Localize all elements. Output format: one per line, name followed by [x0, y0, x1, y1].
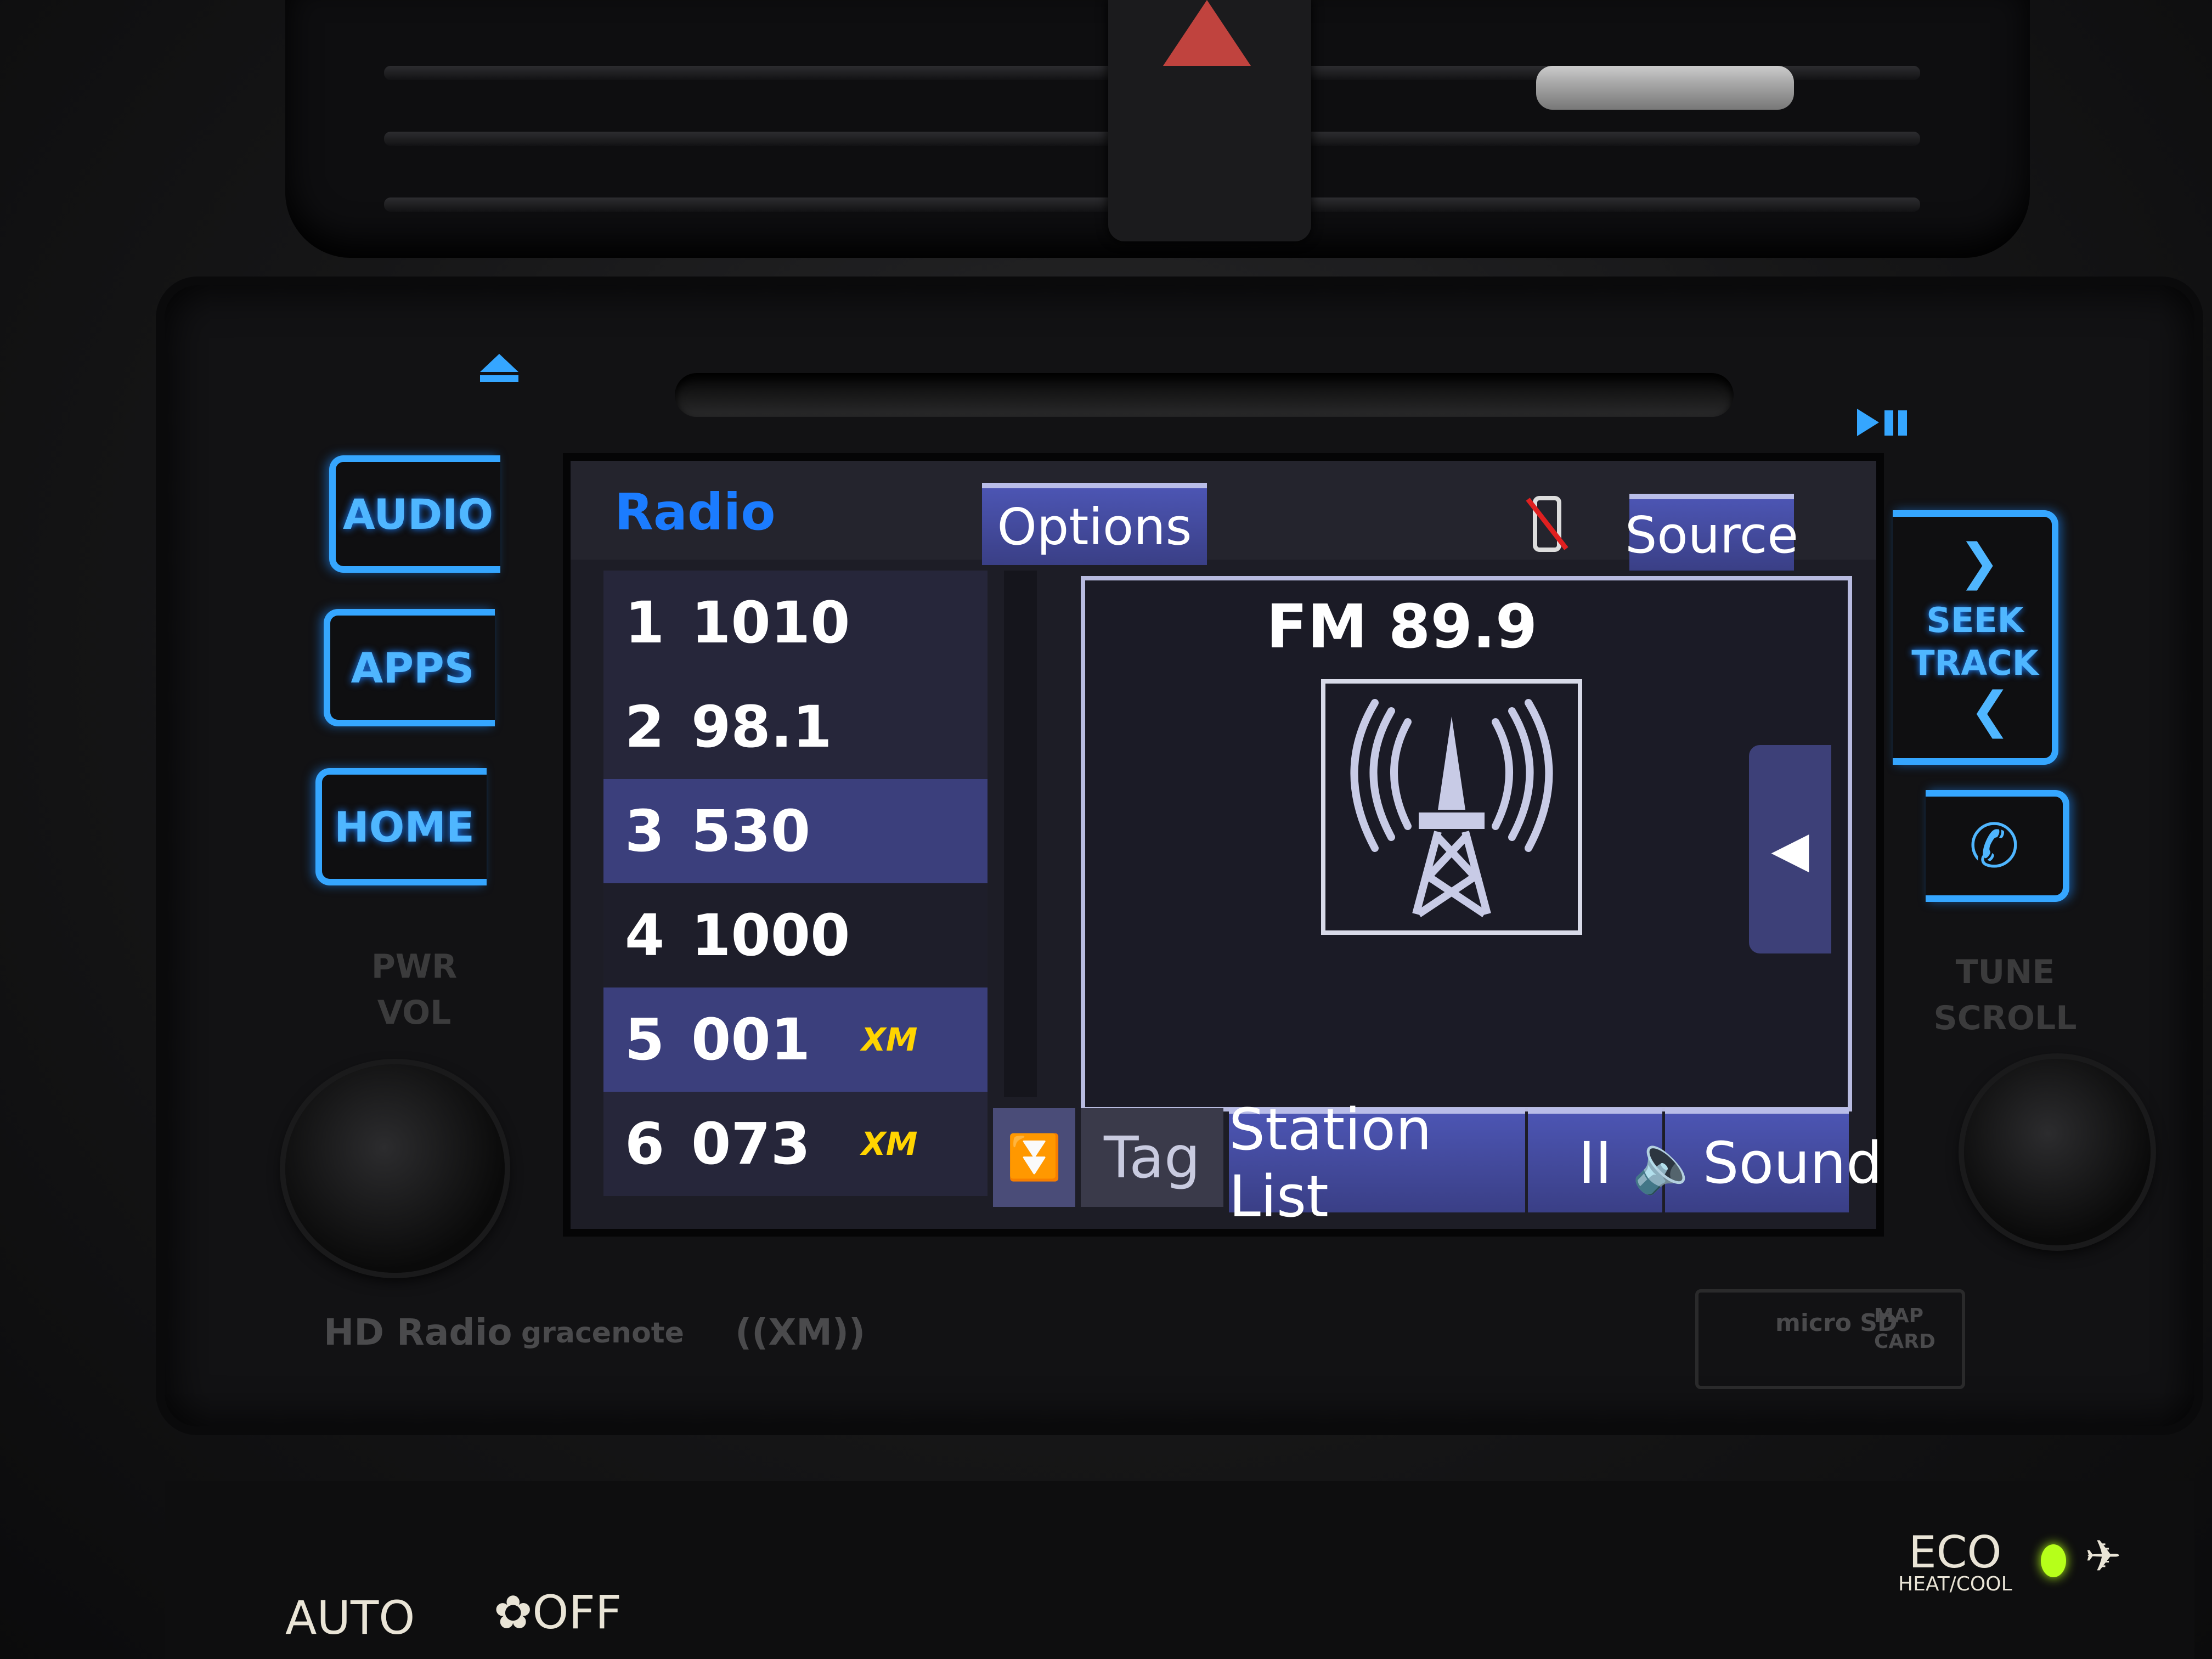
- power-volume-knob[interactable]: [285, 1064, 505, 1273]
- home-button[interactable]: HOME: [315, 768, 487, 885]
- eco-label: ECO: [1909, 1527, 2002, 1578]
- seek-label: SEEK: [1926, 600, 2024, 640]
- fan-off-button[interactable]: ✿OFF: [494, 1585, 622, 1639]
- tune-text: TUNE: [1955, 953, 2055, 991]
- map-card-slot[interactable]: micro SD MAP CARD: [1695, 1289, 1965, 1389]
- now-playing-panel: FM 89.9 ◀: [1081, 576, 1852, 1111]
- phone-icon: ✆: [1968, 811, 2020, 881]
- passenger-seatbelt-icon: ✈: [2085, 1531, 2122, 1582]
- preset-row-5[interactable]: 5 001 XM: [603, 988, 988, 1092]
- fan-off-label: OFF: [532, 1585, 622, 1639]
- card-text: CARD: [1874, 1330, 1936, 1353]
- station-frequency: FM 89.9: [1266, 591, 1538, 662]
- preset-number: 1: [624, 589, 665, 656]
- play-pause-icon: [1857, 409, 1907, 436]
- phone-button[interactable]: ✆: [1926, 790, 2069, 902]
- apps-label: APPS: [351, 643, 475, 692]
- preset-list: 1 1010 2 98.1 3 530 4 1000 5 001 XM 6 073 XM: [603, 571, 988, 1207]
- preset-frequency: 1010: [691, 589, 850, 656]
- preset-number: 3: [624, 798, 665, 865]
- sound-button[interactable]: 🔈 Sound: [1632, 1108, 1882, 1212]
- vent-chrome-tab: [1536, 66, 1794, 110]
- preset-frequency: 001: [691, 1006, 811, 1073]
- preset-number: 6: [624, 1110, 665, 1177]
- preset-row-3[interactable]: 3 530: [603, 779, 988, 883]
- screen-title: Radio: [614, 483, 776, 541]
- tune-scroll-knob[interactable]: [1964, 1059, 2151, 1245]
- touchscreen: Radio Options Source 1 1010 2 98.1 3 530 41…: [571, 461, 1882, 1230]
- radio-tower-icon: [1350, 699, 1553, 917]
- station-artwork: [1321, 679, 1582, 935]
- station-list-button[interactable]: Station List: [1229, 1096, 1525, 1230]
- double-chevron-down-icon: ⏬: [1007, 1132, 1062, 1183]
- pause-icon: II: [1578, 1130, 1612, 1197]
- station-list-label: Station List: [1229, 1096, 1432, 1230]
- expand-panel-button[interactable]: ◀: [1749, 745, 1831, 953]
- preset-number: 4: [624, 902, 665, 969]
- cd-slot: [675, 373, 1734, 417]
- play-pause-button[interactable]: [1854, 406, 1915, 441]
- tag-label: Tag: [1103, 1124, 1201, 1191]
- auto-button[interactable]: AUTO: [285, 1591, 415, 1645]
- preset-row-6[interactable]: 6 073 XM: [603, 1092, 988, 1196]
- eject-button[interactable]: [477, 351, 521, 386]
- home-label: HOME: [334, 802, 475, 851]
- speaker-icon: 🔈: [1632, 1129, 1703, 1197]
- pwr-text: PWR: [371, 947, 458, 986]
- preset-number: 2: [624, 693, 665, 760]
- tag-button[interactable]: Tag: [1081, 1108, 1223, 1207]
- sound-label: Sound: [1702, 1130, 1883, 1197]
- track-label: TRACK: [1911, 642, 2039, 683]
- source-label: Source: [1625, 505, 1798, 565]
- source-button[interactable]: Source: [1625, 494, 1798, 571]
- map-text: MAP: [1874, 1305, 1924, 1327]
- indicator-light: [2041, 1544, 2066, 1577]
- seek-down-icon: ❮: [1970, 681, 2011, 739]
- hd-radio-logo: HD Radio: [324, 1311, 512, 1353]
- preset-frequency: 073: [691, 1110, 811, 1177]
- options-button[interactable]: Options: [982, 483, 1207, 565]
- eco-button[interactable]: ECO HEAT/COOL: [1898, 1531, 2012, 1594]
- seek-up-icon: ❯: [1959, 533, 2000, 591]
- pwr-vol-label: PWR VOL: [351, 944, 477, 1036]
- preset-row-2[interactable]: 2 98.1: [603, 675, 988, 779]
- apps-button[interactable]: APPS: [324, 609, 495, 726]
- seek-track-button[interactable]: ❯ SEEK TRACK ❮: [1893, 510, 2058, 765]
- options-label: Options: [997, 497, 1192, 556]
- fan-icon: ✿: [494, 1585, 533, 1639]
- preset-row-1[interactable]: 1 1010: [603, 571, 988, 675]
- audio-label: AUDIO: [342, 489, 494, 539]
- caret-left-icon: ◀: [1771, 820, 1809, 878]
- eco-sub-label: HEAT/COOL: [1898, 1573, 2012, 1595]
- preset-number: 5: [624, 1006, 665, 1073]
- hazard-icon: [1163, 0, 1251, 66]
- xm-badge: XM: [861, 1021, 918, 1058]
- preset-frequency: 1000: [691, 902, 850, 969]
- preset-frequency: 530: [691, 798, 811, 865]
- tune-scroll-label: TUNE SCROLL: [1931, 949, 2079, 1041]
- preset-scrollbar[interactable]: [1004, 571, 1037, 1097]
- eject-icon: [480, 354, 518, 382]
- audio-button[interactable]: AUDIO: [329, 455, 500, 573]
- xm-badge: XM: [861, 1125, 918, 1163]
- siriusxm-logo: ((XM)): [735, 1311, 866, 1353]
- vol-text: VOL: [377, 994, 452, 1032]
- phone-disconnected-icon: [1525, 494, 1569, 554]
- scroll-down-button[interactable]: ⏬: [993, 1108, 1075, 1207]
- bottom-toolbar: Tag Station List II 🔈 Sound: [1081, 1096, 1882, 1230]
- preset-row-4[interactable]: 4 1000: [603, 883, 988, 988]
- scroll-text: SCROLL: [1933, 999, 2077, 1037]
- gracenote-logo: gracenote: [521, 1317, 684, 1350]
- climate-panel: [165, 1481, 2194, 1659]
- preset-frequency: 98.1: [691, 693, 832, 760]
